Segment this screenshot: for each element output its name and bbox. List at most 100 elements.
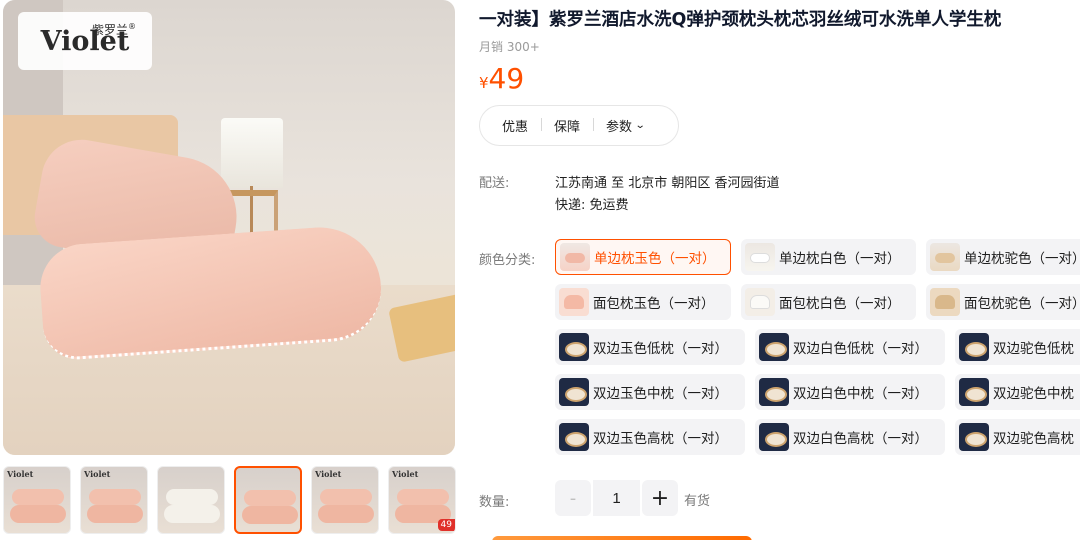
- color-option-15[interactable]: 双边驼色高枕: [955, 419, 1080, 455]
- tab-promo[interactable]: 优惠: [496, 116, 541, 135]
- color-option-13[interactable]: 双边玉色高枕（一对）: [555, 419, 745, 455]
- color-option-label: 双边玉色高枕（一对）: [593, 431, 728, 447]
- thumbnail-pillow: [397, 489, 449, 505]
- color-option-8[interactable]: 双边白色低枕（一对）: [755, 329, 945, 365]
- swatch-pillow: [750, 295, 770, 309]
- color-option-5[interactable]: 面包枕白色（一对）: [741, 284, 916, 320]
- monthly-sales: 月销 300+: [479, 40, 540, 54]
- thumbnail-pillow: [244, 490, 296, 506]
- tab-params-label: 参数: [606, 120, 633, 135]
- color-option-3[interactable]: 单边枕驼色（一对）: [926, 239, 1080, 275]
- quantity-label: 数量:: [479, 495, 510, 510]
- buy-button-top-edge[interactable]: [492, 536, 752, 540]
- product-title: 一对装】紫罗兰酒店水洗Q弹护颈枕头枕芯羽丝绒可水洗单人学生枕: [479, 10, 1002, 30]
- color-option-swatch: [745, 288, 775, 316]
- tab-guarantee[interactable]: 保障: [541, 116, 593, 135]
- thumbnail-price-badge: 49: [437, 519, 455, 531]
- thumbnail-4-selected[interactable]: [234, 466, 302, 534]
- color-option-swatch: [745, 243, 775, 271]
- color-option-1[interactable]: 单边枕玉色（一对）: [555, 239, 731, 275]
- color-option-swatch: [959, 423, 989, 451]
- thumbnail-pillow: [87, 505, 143, 523]
- info-tabs: 优惠 保障 参数 ⌄: [479, 105, 679, 146]
- price-amount: 49: [488, 62, 525, 95]
- color-option-label: 面包枕驼色（一对）: [964, 296, 1080, 312]
- color-option-swatch: [959, 333, 989, 361]
- tab-params[interactable]: 参数 ⌄: [593, 116, 657, 135]
- thumbnail-pillow: [10, 505, 66, 523]
- color-option-label: 双边白色低枕（一对）: [793, 341, 928, 357]
- quantity-decrement-button[interactable]: -: [555, 480, 591, 516]
- color-option-swatch: [559, 378, 589, 406]
- color-option-label: 面包枕白色（一对）: [779, 296, 901, 312]
- stock-status: 有货: [684, 494, 711, 509]
- image-lamp: [221, 118, 283, 188]
- color-option-label: 单边枕驼色（一对）: [964, 251, 1080, 267]
- brand-logo-cn: 紫罗兰®: [92, 21, 136, 38]
- color-option-label: 双边驼色高枕: [993, 431, 1074, 447]
- color-option-swatch: [759, 333, 789, 361]
- color-option-swatch: [930, 243, 960, 271]
- color-option-2[interactable]: 单边枕白色（一对）: [741, 239, 916, 275]
- color-option-swatch: [959, 378, 989, 406]
- thumbnail-pillow: [166, 489, 218, 505]
- color-option-swatch: [559, 333, 589, 361]
- price-currency: ¥: [479, 74, 489, 92]
- color-option-14[interactable]: 双边白色高枕（一对）: [755, 419, 945, 455]
- color-option-label: 双边驼色中枕: [993, 386, 1074, 402]
- color-option-swatch: [930, 288, 960, 316]
- color-option-label: 单边枕白色（一对）: [779, 251, 901, 267]
- thumbnail-pillow: [320, 489, 372, 505]
- thumbnail-6[interactable]: Violet 49: [388, 466, 456, 534]
- color-option-11[interactable]: 双边白色中枕（一对）: [755, 374, 945, 410]
- color-option-12[interactable]: 双边驼色中枕: [955, 374, 1080, 410]
- color-option-swatch: [559, 288, 589, 316]
- thumbnail-logo: Violet: [84, 469, 111, 479]
- color-option-10[interactable]: 双边玉色中枕（一对）: [555, 374, 745, 410]
- shipping-label: 配送:: [479, 176, 510, 191]
- color-option-9[interactable]: 双边驼色低枕: [955, 329, 1080, 365]
- shipping-route[interactable]: 江苏南通 至 北京市 朝阳区 香河园街道: [555, 172, 780, 191]
- color-option-label: 双边白色中枕（一对）: [793, 386, 928, 402]
- quantity-increment-button[interactable]: +: [642, 480, 678, 516]
- thumbnail-logo: Violet: [392, 469, 419, 479]
- main-product-image[interactable]: Violet 紫罗兰®: [3, 0, 455, 455]
- thumbnail-logo: Violet: [7, 469, 34, 479]
- thumbnail-3[interactable]: [157, 466, 225, 534]
- brand-logo: Violet 紫罗兰®: [18, 12, 152, 70]
- color-option-swatch: [559, 423, 589, 451]
- color-label: 颜色分类:: [479, 253, 536, 268]
- swatch-pillow: [565, 253, 585, 263]
- shipping-delivery: 快递: 免运费: [555, 198, 629, 213]
- thumbnail-pillow: [318, 505, 374, 523]
- brand-logo-cn-text: 紫罗兰: [92, 23, 129, 37]
- thumbnail-2[interactable]: Violet: [80, 466, 148, 534]
- color-option-swatch: [759, 378, 789, 406]
- quantity-input[interactable]: [593, 480, 640, 516]
- color-option-label: 单边枕玉色（一对）: [594, 251, 716, 267]
- swatch-pillow: [935, 295, 955, 309]
- registered-mark: ®: [128, 22, 137, 31]
- swatch-pillow: [935, 253, 955, 263]
- color-option-7[interactable]: 双边玉色低枕（一对）: [555, 329, 745, 365]
- color-option-swatch: [560, 243, 590, 271]
- image-pillow-front: [37, 223, 385, 362]
- swatch-pillow: [750, 253, 770, 263]
- color-option-label: 双边玉色中枕（一对）: [593, 386, 728, 402]
- price: ¥49: [479, 62, 524, 95]
- swatch-pillow: [564, 295, 584, 309]
- thumbnail-pillow: [242, 506, 298, 524]
- thumbnail-1[interactable]: Violet: [3, 466, 71, 534]
- thumbnail-logo: Violet: [315, 469, 342, 479]
- color-option-label: 面包枕玉色（一对）: [593, 296, 715, 312]
- color-option-6[interactable]: 面包枕驼色（一对）: [926, 284, 1080, 320]
- thumbnail-5[interactable]: Violet: [311, 466, 379, 534]
- thumbnail-pillow: [89, 489, 141, 505]
- color-option-label: 双边白色高枕（一对）: [793, 431, 928, 447]
- color-option-label: 双边玉色低枕（一对）: [593, 341, 728, 357]
- color-option-label: 双边驼色低枕: [993, 341, 1074, 357]
- chevron-down-icon: ⌄: [634, 120, 646, 131]
- color-option-4[interactable]: 面包枕玉色（一对）: [555, 284, 731, 320]
- thumbnail-pillow: [164, 505, 220, 523]
- thumbnail-pillow: [12, 489, 64, 505]
